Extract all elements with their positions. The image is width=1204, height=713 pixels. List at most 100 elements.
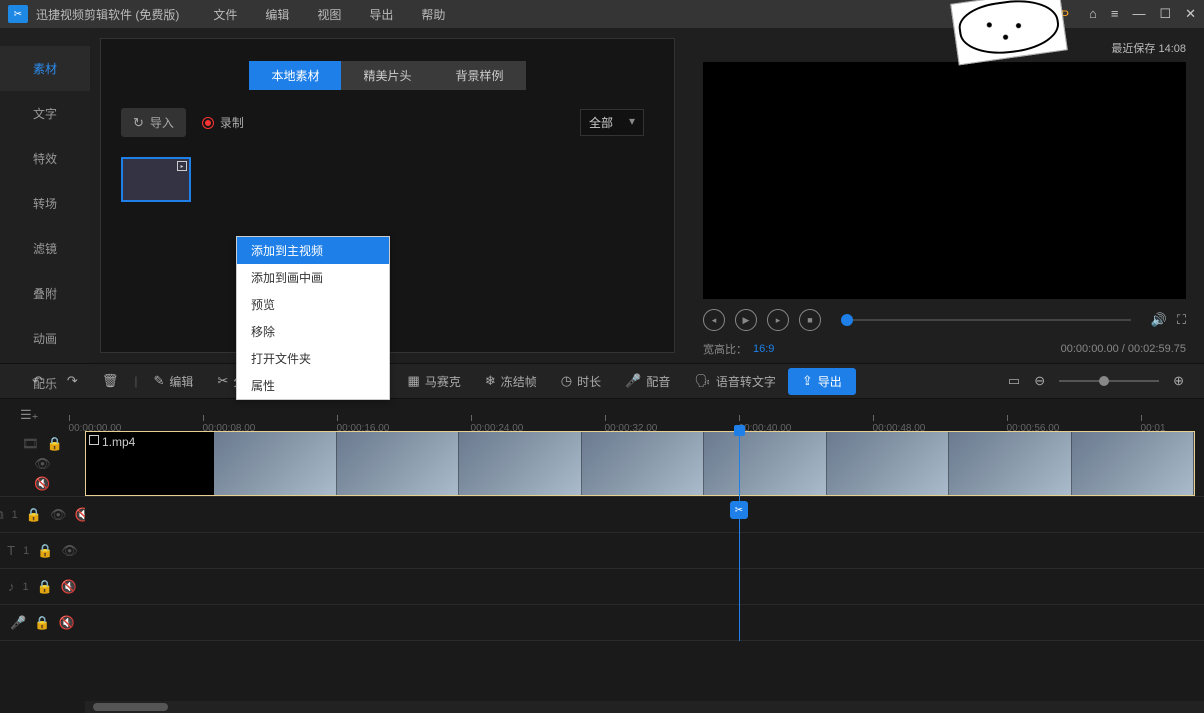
filter-selected: 全部 [589, 116, 613, 130]
pencil-icon: ✎ [153, 373, 164, 389]
zoom-in-icon[interactable]: ⊕ [1173, 373, 1184, 389]
play-button[interactable]: ▶ [735, 309, 757, 331]
pip-track: ⧉1🔒👁🔇 [0, 497, 1204, 533]
eye-icon[interactable]: 👁 [61, 543, 78, 559]
maximize-icon[interactable]: ☐ [1159, 6, 1171, 22]
snowflake-icon: ❄ [485, 373, 496, 389]
media-thumbnail[interactable] [121, 157, 191, 202]
speech-icon: 🗣 [694, 373, 711, 389]
timeline-scrollbar[interactable] [85, 701, 1204, 713]
home-icon[interactable]: ⌂ [1089, 6, 1097, 22]
sidebar-item-animation[interactable]: 动画 [0, 316, 90, 361]
freeze-button[interactable]: ❄冻结帧 [473, 364, 549, 398]
timeline: ☰₊ 00:00:00.0000:00:08.0000:00:16.0000:0… [0, 399, 1204, 713]
prev-frame-button[interactable]: ◂ [703, 309, 725, 331]
export-button[interactable]: ⇪导出 [788, 368, 856, 395]
ctx-open-folder[interactable]: 打开文件夹 [237, 345, 389, 372]
fullscreen-icon[interactable]: ⛶ [1177, 312, 1186, 328]
next-frame-button[interactable]: ▸ [767, 309, 789, 331]
sidebar-item-filter[interactable]: 滤镜 [0, 226, 90, 271]
playhead[interactable]: ✂ [739, 431, 740, 641]
ctx-properties[interactable]: 属性 [237, 372, 389, 399]
stt-button[interactable]: 🗣语音转文字 [682, 364, 788, 398]
eye-icon[interactable]: 👁 [50, 507, 67, 523]
undo-button[interactable]: ↶ [20, 364, 55, 398]
voice-track-body[interactable] [85, 605, 1204, 640]
stop-button[interactable]: ■ [799, 309, 821, 331]
video-track: 🎞 🔒 👁 🔇 1.mp4 [0, 431, 1204, 497]
ctx-preview[interactable]: 预览 [237, 291, 389, 318]
tab-intro[interactable]: 精美片头 [341, 61, 433, 90]
video-track-icon: 🎞 [22, 436, 39, 452]
edit-button[interactable]: ✎编辑 [141, 364, 205, 398]
sidebar-item-transition[interactable]: 转场 [0, 181, 90, 226]
music-track-body[interactable] [85, 569, 1204, 604]
text-track: T1🔒👁 [0, 533, 1204, 569]
sidebar-item-overlay[interactable]: 叠附 [0, 271, 90, 316]
sidebar-item-effects[interactable]: 特效 [0, 136, 90, 181]
zoom-slider[interactable] [1059, 380, 1159, 382]
eye-icon[interactable]: 👁 [34, 456, 51, 472]
close-icon[interactable]: ✕ [1185, 6, 1196, 22]
pip-icon: ⧉ [0, 507, 4, 523]
tab-background[interactable]: 背景样例 [434, 61, 526, 90]
ctx-add-pip[interactable]: 添加到画中画 [237, 264, 389, 291]
left-sidebar: 素材 文字 特效 转场 滤镜 叠附 动画 配乐 [0, 28, 90, 363]
import-label: 导入 [150, 114, 174, 131]
menu-file[interactable]: 文件 [199, 6, 251, 23]
time-display: 00:00:00.00 / 00:02:59.75 [1061, 343, 1186, 355]
lock-icon[interactable]: 🔒 [47, 436, 63, 452]
mute-icon[interactable]: 🔇 [59, 615, 75, 631]
menu-view[interactable]: 视图 [303, 6, 355, 23]
window-controls: ⌂ ≡ — ☐ ✕ [1089, 6, 1196, 22]
lock-icon[interactable]: 🔒 [37, 543, 53, 559]
menu-export[interactable]: 导出 [355, 6, 407, 23]
sidebar-item-material[interactable]: 素材 [0, 46, 90, 91]
zoom-out-icon[interactable]: ⊖ [1034, 373, 1045, 389]
preview-panel: 最近保存 14:08 ◂ ▶ ▸ ■ 🔊 ⛶ 宽高比： 16:9 00:00:0… [685, 28, 1204, 363]
dub-button[interactable]: 🎤配音 [613, 364, 682, 398]
lock-icon[interactable]: 🔒 [37, 579, 53, 595]
video-track-body[interactable]: 1.mp4 [85, 431, 1204, 496]
refresh-icon: ↻ [133, 115, 144, 131]
menu-edit[interactable]: 编辑 [251, 6, 303, 23]
lock-icon[interactable]: 🔒 [34, 615, 50, 631]
text-track-icon: T [7, 543, 15, 558]
mute-icon[interactable]: 🔇 [61, 579, 77, 595]
sidebar-item-text[interactable]: 文字 [0, 91, 90, 136]
mosaic-button[interactable]: ▦马赛克 [396, 364, 473, 398]
aspect-value[interactable]: 16:9 [753, 343, 774, 355]
video-clip[interactable]: 1.mp4 [85, 431, 1195, 496]
app-title: 迅捷视频剪辑软件 (免费版) [36, 6, 179, 23]
delete-button[interactable]: 🗑 [90, 364, 131, 398]
filter-select[interactable]: 全部 [580, 109, 644, 136]
preview-video[interactable] [703, 62, 1186, 299]
aspect-label: 宽高比： [703, 341, 747, 357]
volume-icon[interactable]: 🔊 [1151, 312, 1167, 328]
menu-help[interactable]: 帮助 [407, 6, 459, 23]
minimize-icon[interactable]: — [1132, 6, 1145, 22]
preview-slider[interactable] [841, 319, 1131, 321]
record-label: 录制 [220, 114, 244, 131]
material-panel: 本地素材 精美片头 背景样例 ↻ 导入 录制 全部 添加到主视频 添加到画中画 … [100, 38, 675, 353]
voice-track-icon: 🎤 [10, 615, 26, 631]
play-badge-icon [177, 161, 187, 171]
playhead-cut-icon[interactable]: ✂ [730, 501, 748, 519]
pip-track-body[interactable] [85, 497, 1204, 532]
import-button[interactable]: ↻ 导入 [121, 108, 186, 137]
clip-type-icon [89, 435, 99, 445]
music-track: ♪1🔒🔇 [0, 569, 1204, 605]
hamburger-icon[interactable]: ≡ [1111, 6, 1119, 22]
ctx-add-main[interactable]: 添加到主视频 [237, 237, 389, 264]
add-track-button[interactable]: ☰₊ [20, 407, 39, 423]
tab-local[interactable]: 本地素材 [249, 61, 341, 90]
mute-icon[interactable]: 🔇 [34, 476, 50, 492]
duration-button[interactable]: ◷时长 [549, 364, 613, 398]
redo-button[interactable]: ↷ [55, 364, 90, 398]
fit-icon[interactable]: ▭ [1008, 373, 1020, 389]
text-track-body[interactable] [85, 533, 1204, 568]
record-button[interactable]: 录制 [202, 114, 244, 131]
app-logo-icon: ✂ [8, 5, 28, 23]
ctx-remove[interactable]: 移除 [237, 318, 389, 345]
lock-icon[interactable]: 🔒 [26, 507, 42, 523]
